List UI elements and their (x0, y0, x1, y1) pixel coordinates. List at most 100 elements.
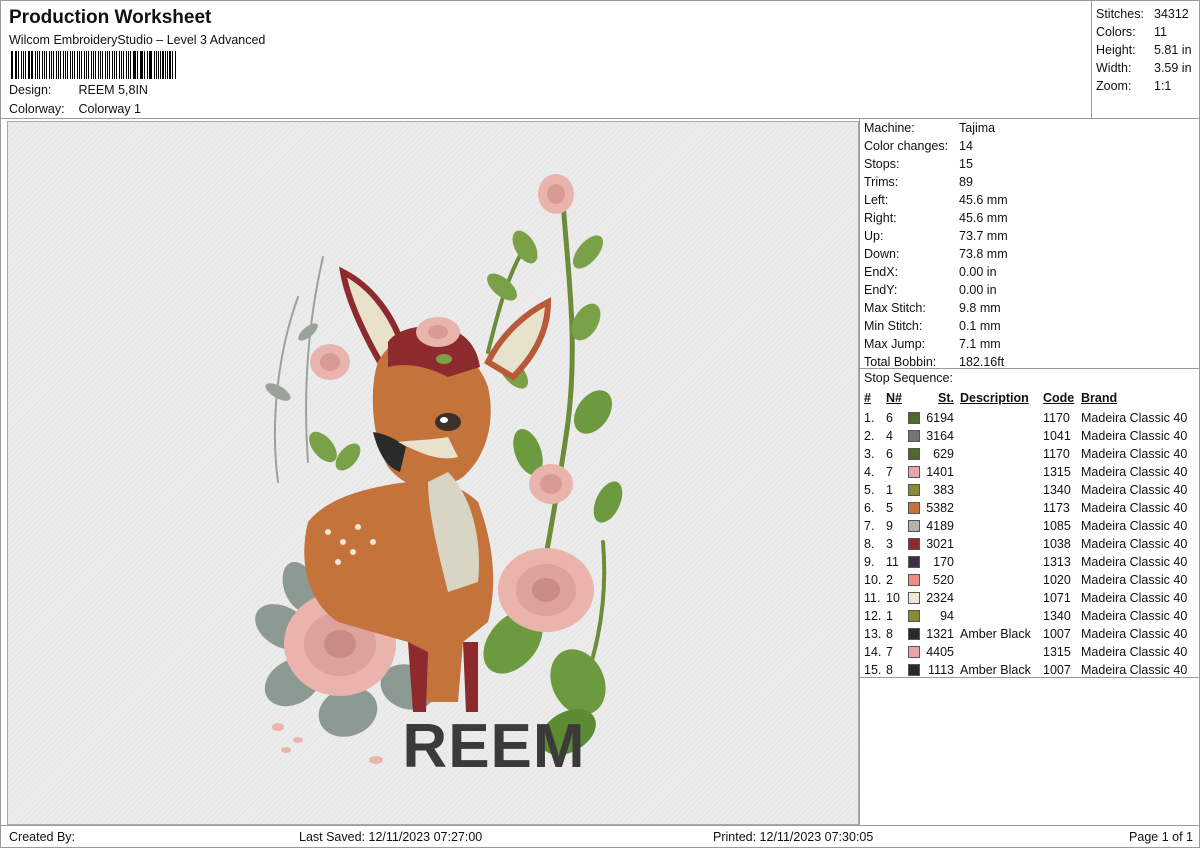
barcode-bar (153, 51, 155, 79)
stop-sequence-row: 1. 6 6194 1170 Madeira Classic 40 (860, 409, 1200, 427)
barcode-bar (144, 51, 145, 79)
needle-number: 3 (886, 537, 893, 551)
stitch-count: 1401 (926, 465, 954, 479)
color-swatch (908, 556, 920, 568)
color-swatch (908, 610, 920, 622)
info-label: Max Stitch: (864, 301, 926, 315)
thread-brand: Madeira Classic 40 (1081, 663, 1188, 677)
stop-sequence-row: 4. 7 1401 1315 Madeira Classic 40 (860, 463, 1200, 481)
barcode-bar (109, 51, 110, 79)
design-preview-canvas[interactable]: REEM (7, 121, 859, 825)
color-swatch (908, 484, 920, 496)
barcode-bar (62, 51, 65, 79)
barcode-bar (141, 51, 144, 79)
stop-sequence-title: Stop Sequence: (864, 371, 953, 385)
needle-number: 7 (886, 645, 893, 659)
thread-code: 1315 (1043, 465, 1071, 479)
thread-brand: Madeira Classic 40 (1081, 447, 1188, 461)
stitch-count: 170 (933, 555, 954, 569)
row-index: 13. (864, 627, 882, 641)
design-label: Design: (9, 83, 52, 97)
barcode-bar (16, 51, 18, 79)
barcode-bar (60, 51, 61, 79)
barcode-bar (104, 51, 106, 79)
barcode-bar (115, 51, 118, 79)
row-index: 10. (864, 573, 882, 587)
color-swatch (908, 646, 920, 658)
stat-value: 3.59 in (1154, 61, 1192, 75)
col-header-needle: N# (886, 391, 902, 405)
col-header-code: Code (1043, 391, 1075, 405)
embroidery-design-illustration: REEM (255, 174, 623, 781)
left-row: Left: 45.6 mm (864, 191, 1008, 209)
row-index: 15. (864, 663, 882, 677)
stitch-count: 4189 (926, 519, 954, 533)
info-value: 7.1 mm (959, 337, 1001, 351)
section-divider (860, 677, 1200, 678)
barcode-bar (20, 51, 23, 79)
barcode-bar (120, 51, 122, 79)
thread-code: 1173 (1043, 501, 1070, 515)
barcode-bar (18, 51, 19, 79)
thread-code: 1041 (1043, 429, 1071, 443)
stitch-count: 383 (933, 483, 954, 497)
stop-sequence-row: 13. 8 1321 Amber Black 1007 Madeira Classic 4… (860, 625, 1200, 643)
trims-row: Trims: 89 (864, 173, 973, 191)
barcode-bar (155, 51, 157, 79)
thread-code: 1007 (1043, 663, 1071, 677)
endx-row: EndX: 0.00 in (864, 263, 997, 281)
stitch-count: 3021 (926, 537, 954, 551)
stat-value: 1:1 (1154, 79, 1172, 93)
barcode-bar (65, 51, 67, 79)
row-index: 5. (864, 483, 875, 497)
info-label: Max Jump: (864, 337, 926, 351)
barcode-bar (44, 51, 45, 79)
info-label: Machine: (864, 121, 915, 135)
last-saved: Last Saved: 12/11/2023 07:27:00 (299, 830, 483, 844)
stat-row: Colors: 11 (1096, 23, 1200, 41)
needle-number: 10 (886, 591, 900, 605)
stop-sequence-row: 5. 1 383 1340 Madeira Classic 40 (860, 481, 1200, 499)
thread-code: 1170 (1043, 411, 1070, 425)
thread-brand: Madeira Classic 40 (1081, 501, 1188, 515)
barcode-bar (78, 51, 81, 79)
barcode-bar (146, 51, 148, 79)
thread-code: 1071 (1043, 591, 1071, 605)
design-barcode (11, 51, 176, 79)
row-index: 11. (864, 591, 881, 605)
min-stitch-row: Min Stitch: 0.1 mm (864, 317, 1001, 335)
design-value: REEM 5,8IN (78, 83, 148, 97)
color-swatch (908, 520, 920, 532)
max-stitch-row: Max Stitch: 9.8 mm (864, 299, 1001, 317)
color-swatch (908, 538, 920, 550)
needle-number: 1 (886, 609, 893, 623)
page-number: Page 1 of 1 (1129, 830, 1193, 844)
stop-sequence-row: 6. 5 5382 1173 Madeira Classic 40 (860, 499, 1200, 517)
right-row: Right: 45.6 mm (864, 209, 1008, 227)
color-swatch (908, 502, 920, 514)
row-index: 6. (864, 501, 875, 515)
thread-brand: Madeira Classic 40 (1081, 609, 1188, 623)
barcode-bar (132, 51, 134, 79)
stitch-count: 94 (940, 609, 954, 623)
design-row: Design: REEM 5,8IN (9, 83, 148, 97)
col-header-description: Description (960, 391, 1029, 405)
worksheet-header: Production Worksheet Wilcom EmbroiderySt… (1, 1, 1091, 119)
info-label: Stops: (864, 157, 900, 171)
info-label: Trims: (864, 175, 899, 189)
thread-brand: Madeira Classic 40 (1081, 483, 1188, 497)
up-row: Up: 73.7 mm (864, 227, 1008, 245)
thread-code: 1007 (1043, 627, 1071, 641)
barcode-bar (136, 51, 138, 79)
thread-code: 1020 (1043, 573, 1071, 587)
colorway-row: Colorway: Colorway 1 (9, 102, 141, 116)
software-subtitle: Wilcom EmbroideryStudio – Level 3 Advanc… (9, 33, 266, 47)
info-value: 14 (959, 139, 973, 153)
thread-brand: Madeira Classic 40 (1081, 627, 1188, 641)
row-index: 2. (864, 429, 875, 443)
info-label: EndX: (864, 265, 899, 279)
barcode-bar (94, 51, 96, 79)
barcode-bar (55, 51, 58, 79)
colorway-value: Colorway 1 (78, 102, 142, 116)
design-stats: Stitches: 34312 Colors: 11 Height: 5.81 in … (1091, 1, 1200, 119)
